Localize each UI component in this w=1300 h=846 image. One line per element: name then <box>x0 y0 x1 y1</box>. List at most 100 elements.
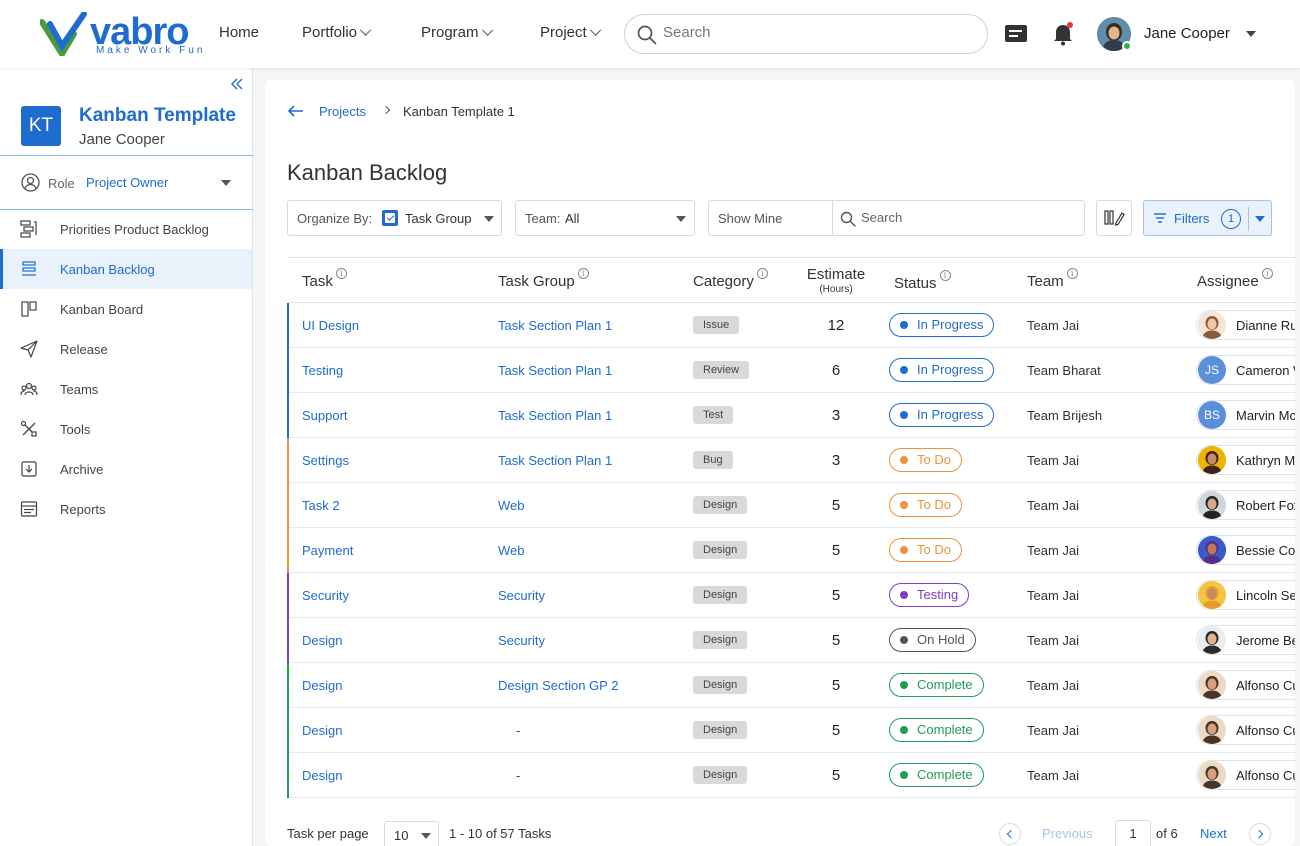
status-badge[interactable]: In Progress <box>889 403 995 427</box>
task-link[interactable]: Design <box>302 633 342 648</box>
global-search[interactable] <box>624 14 988 54</box>
vabro-logo[interactable]: vabro Make Work Fun <box>40 12 210 58</box>
task-link[interactable]: Task 2 <box>302 498 340 513</box>
caret-down-icon[interactable] <box>1255 216 1265 222</box>
nav-program[interactable]: Program <box>421 24 493 41</box>
task-link[interactable]: Design <box>302 723 342 738</box>
sidebar-item-reports[interactable]: Reports <box>0 489 252 529</box>
assignee-chip[interactable]: JS Cameron Williamson <box>1196 355 1295 385</box>
task-group-link[interactable]: Web <box>498 498 525 513</box>
info-icon[interactable]: i <box>756 268 768 279</box>
status-badge[interactable]: On Hold <box>889 628 976 652</box>
task-link[interactable]: Security <box>302 588 349 603</box>
sidebar-item-archive[interactable]: Archive <box>0 449 252 489</box>
task-group-link[interactable]: Security <box>498 633 545 648</box>
messages-icon[interactable] <box>1004 24 1028 44</box>
table-row[interactable]: Settings Task Section Plan 1 Bug 3 To Do Team… <box>287 438 1295 483</box>
nav-portfolio[interactable]: Portfolio <box>302 24 372 41</box>
task-group-link[interactable]: Task Section Plan 1 <box>498 453 612 468</box>
page-number-input[interactable]: 1 <box>1115 820 1151 846</box>
per-page-select[interactable]: 10 <box>384 821 439 846</box>
status-badge[interactable]: To Do <box>889 538 962 562</box>
status-badge[interactable]: Complete <box>889 763 984 787</box>
status-badge[interactable]: To Do <box>889 493 962 517</box>
task-search-input[interactable]: Search <box>861 210 902 225</box>
header-estimate[interactable]: Estimate <box>796 266 876 283</box>
header-task-group[interactable]: Task Group i <box>498 268 589 290</box>
task-link[interactable]: Testing <box>302 363 343 378</box>
task-link[interactable]: Settings <box>302 453 349 468</box>
sidebar-item-kanban-backlog[interactable]: Kanban Backlog <box>0 249 252 289</box>
status-badge[interactable]: Complete <box>889 673 984 697</box>
sidebar-item-tools[interactable]: Tools <box>0 409 252 449</box>
task-group-link[interactable]: Task Section Plan 1 <box>498 318 612 333</box>
assignee-chip[interactable]: Kathryn Murphy <box>1196 445 1295 475</box>
header-team[interactable]: Team i <box>1027 268 1078 290</box>
global-search-input[interactable] <box>663 24 963 41</box>
sidebar-item-kanban-board[interactable]: Kanban Board <box>0 289 252 329</box>
table-row[interactable]: Design Security Design 5 On Hold Team Jai Jero… <box>287 618 1295 663</box>
table-row[interactable]: Task 2 Web Design 5 To Do Team Jai Robert Fox <box>287 483 1295 528</box>
role-caret-icon[interactable] <box>221 180 231 186</box>
header-category[interactable]: Category i <box>693 268 768 290</box>
status-badge[interactable]: Testing <box>889 583 970 607</box>
table-row[interactable]: Support Task Section Plan 1 Test 3 In Progre… <box>287 393 1295 438</box>
task-group-link[interactable]: Security <box>498 588 545 603</box>
notification-bell-icon[interactable] <box>1052 22 1074 46</box>
header-assignee[interactable]: Assignee i <box>1197 268 1273 290</box>
breadcrumb-projects-link[interactable]: Projects <box>319 104 366 119</box>
table-row[interactable]: Design Design Section GP 2 Design 5 Complete… <box>287 663 1295 708</box>
status-badge[interactable]: To Do <box>889 448 962 472</box>
nav-home[interactable]: Home <box>219 24 259 41</box>
column-settings-button[interactable] <box>1096 200 1132 236</box>
previous-page-icon[interactable] <box>999 823 1021 845</box>
assignee-chip[interactable]: Dianne Russell <box>1196 310 1295 340</box>
assignee-chip[interactable]: Alfonso Culhane <box>1196 670 1295 700</box>
status-badge[interactable]: Complete <box>889 718 984 742</box>
table-row[interactable]: Design - Design 5 Complete Team Jai Alfonso Cu… <box>287 753 1295 798</box>
nav-project[interactable]: Project <box>540 24 601 41</box>
next-page-icon[interactable] <box>1249 823 1271 845</box>
task-group-link[interactable]: Task Section Plan 1 <box>498 408 612 423</box>
task-link[interactable]: Support <box>302 408 348 423</box>
assignee-chip[interactable]: Robert Fox <box>1196 490 1295 520</box>
table-row[interactable]: UI Design Task Section Plan 1 Issue 12 In Pr… <box>287 303 1295 348</box>
assignee-chip[interactable]: Jerome Bell <box>1196 625 1295 655</box>
task-link[interactable]: Design <box>302 768 342 783</box>
header-status[interactable]: Status i <box>894 270 951 292</box>
assignee-chip[interactable]: Alfonso Culhane <box>1196 715 1295 745</box>
assignee-chip[interactable]: Lincoln Septimus <box>1196 580 1295 610</box>
status-badge[interactable]: In Progress <box>889 358 995 382</box>
filters-button[interactable]: Filters 1 <box>1143 200 1272 236</box>
task-group-link[interactable]: Web <box>498 543 525 558</box>
header-task[interactable]: Task i <box>302 268 347 290</box>
assignee-chip[interactable]: Bessie Cooper <box>1196 535 1295 565</box>
role-select[interactable]: Project Owner <box>86 175 168 190</box>
back-arrow-icon[interactable] <box>288 105 304 117</box>
assignee-chip[interactable]: BS Marvin McKinney <box>1196 400 1295 430</box>
table-row[interactable]: Testing Task Section Plan 1 Review 6 In Prog… <box>287 348 1295 393</box>
info-icon[interactable]: i <box>1261 268 1273 279</box>
table-row[interactable]: Design - Design 5 Complete Team Jai Alfonso Cu… <box>287 708 1295 753</box>
table-row[interactable]: Security Security Design 5 Testing Team Jai Li… <box>287 573 1295 618</box>
info-icon[interactable]: i <box>1066 268 1078 279</box>
sidebar-item-release[interactable]: Release <box>0 329 252 369</box>
sidebar-item-teams[interactable]: Teams <box>0 369 252 409</box>
task-group-link[interactable]: Design Section GP 2 <box>498 678 618 693</box>
sidebar-item-priorities-product-backlog[interactable]: Priorities Product Backlog <box>0 209 252 249</box>
task-link[interactable]: UI Design <box>302 318 359 333</box>
task-link[interactable]: Payment <box>302 543 353 558</box>
task-group-link[interactable]: Task Section Plan 1 <box>498 363 612 378</box>
previous-page-button[interactable]: Previous <box>1042 826 1093 841</box>
info-icon[interactable]: i <box>939 270 951 281</box>
info-icon[interactable]: i <box>335 268 347 279</box>
assignee-chip[interactable]: Alfonso Culhane <box>1196 760 1295 790</box>
organize-by-select[interactable]: Organize By: Task Group <box>287 200 502 236</box>
table-row[interactable]: Payment Web Design 5 To Do Team Jai Bessie Coo… <box>287 528 1295 573</box>
task-link[interactable]: Design <box>302 678 342 693</box>
team-select[interactable]: Team: All <box>515 200 695 236</box>
user-menu-caret-icon[interactable] <box>1246 31 1256 37</box>
status-badge[interactable]: In Progress <box>889 313 995 337</box>
collapse-sidebar-icon[interactable] <box>230 78 244 90</box>
user-name[interactable]: Jane Cooper <box>1144 25 1230 42</box>
